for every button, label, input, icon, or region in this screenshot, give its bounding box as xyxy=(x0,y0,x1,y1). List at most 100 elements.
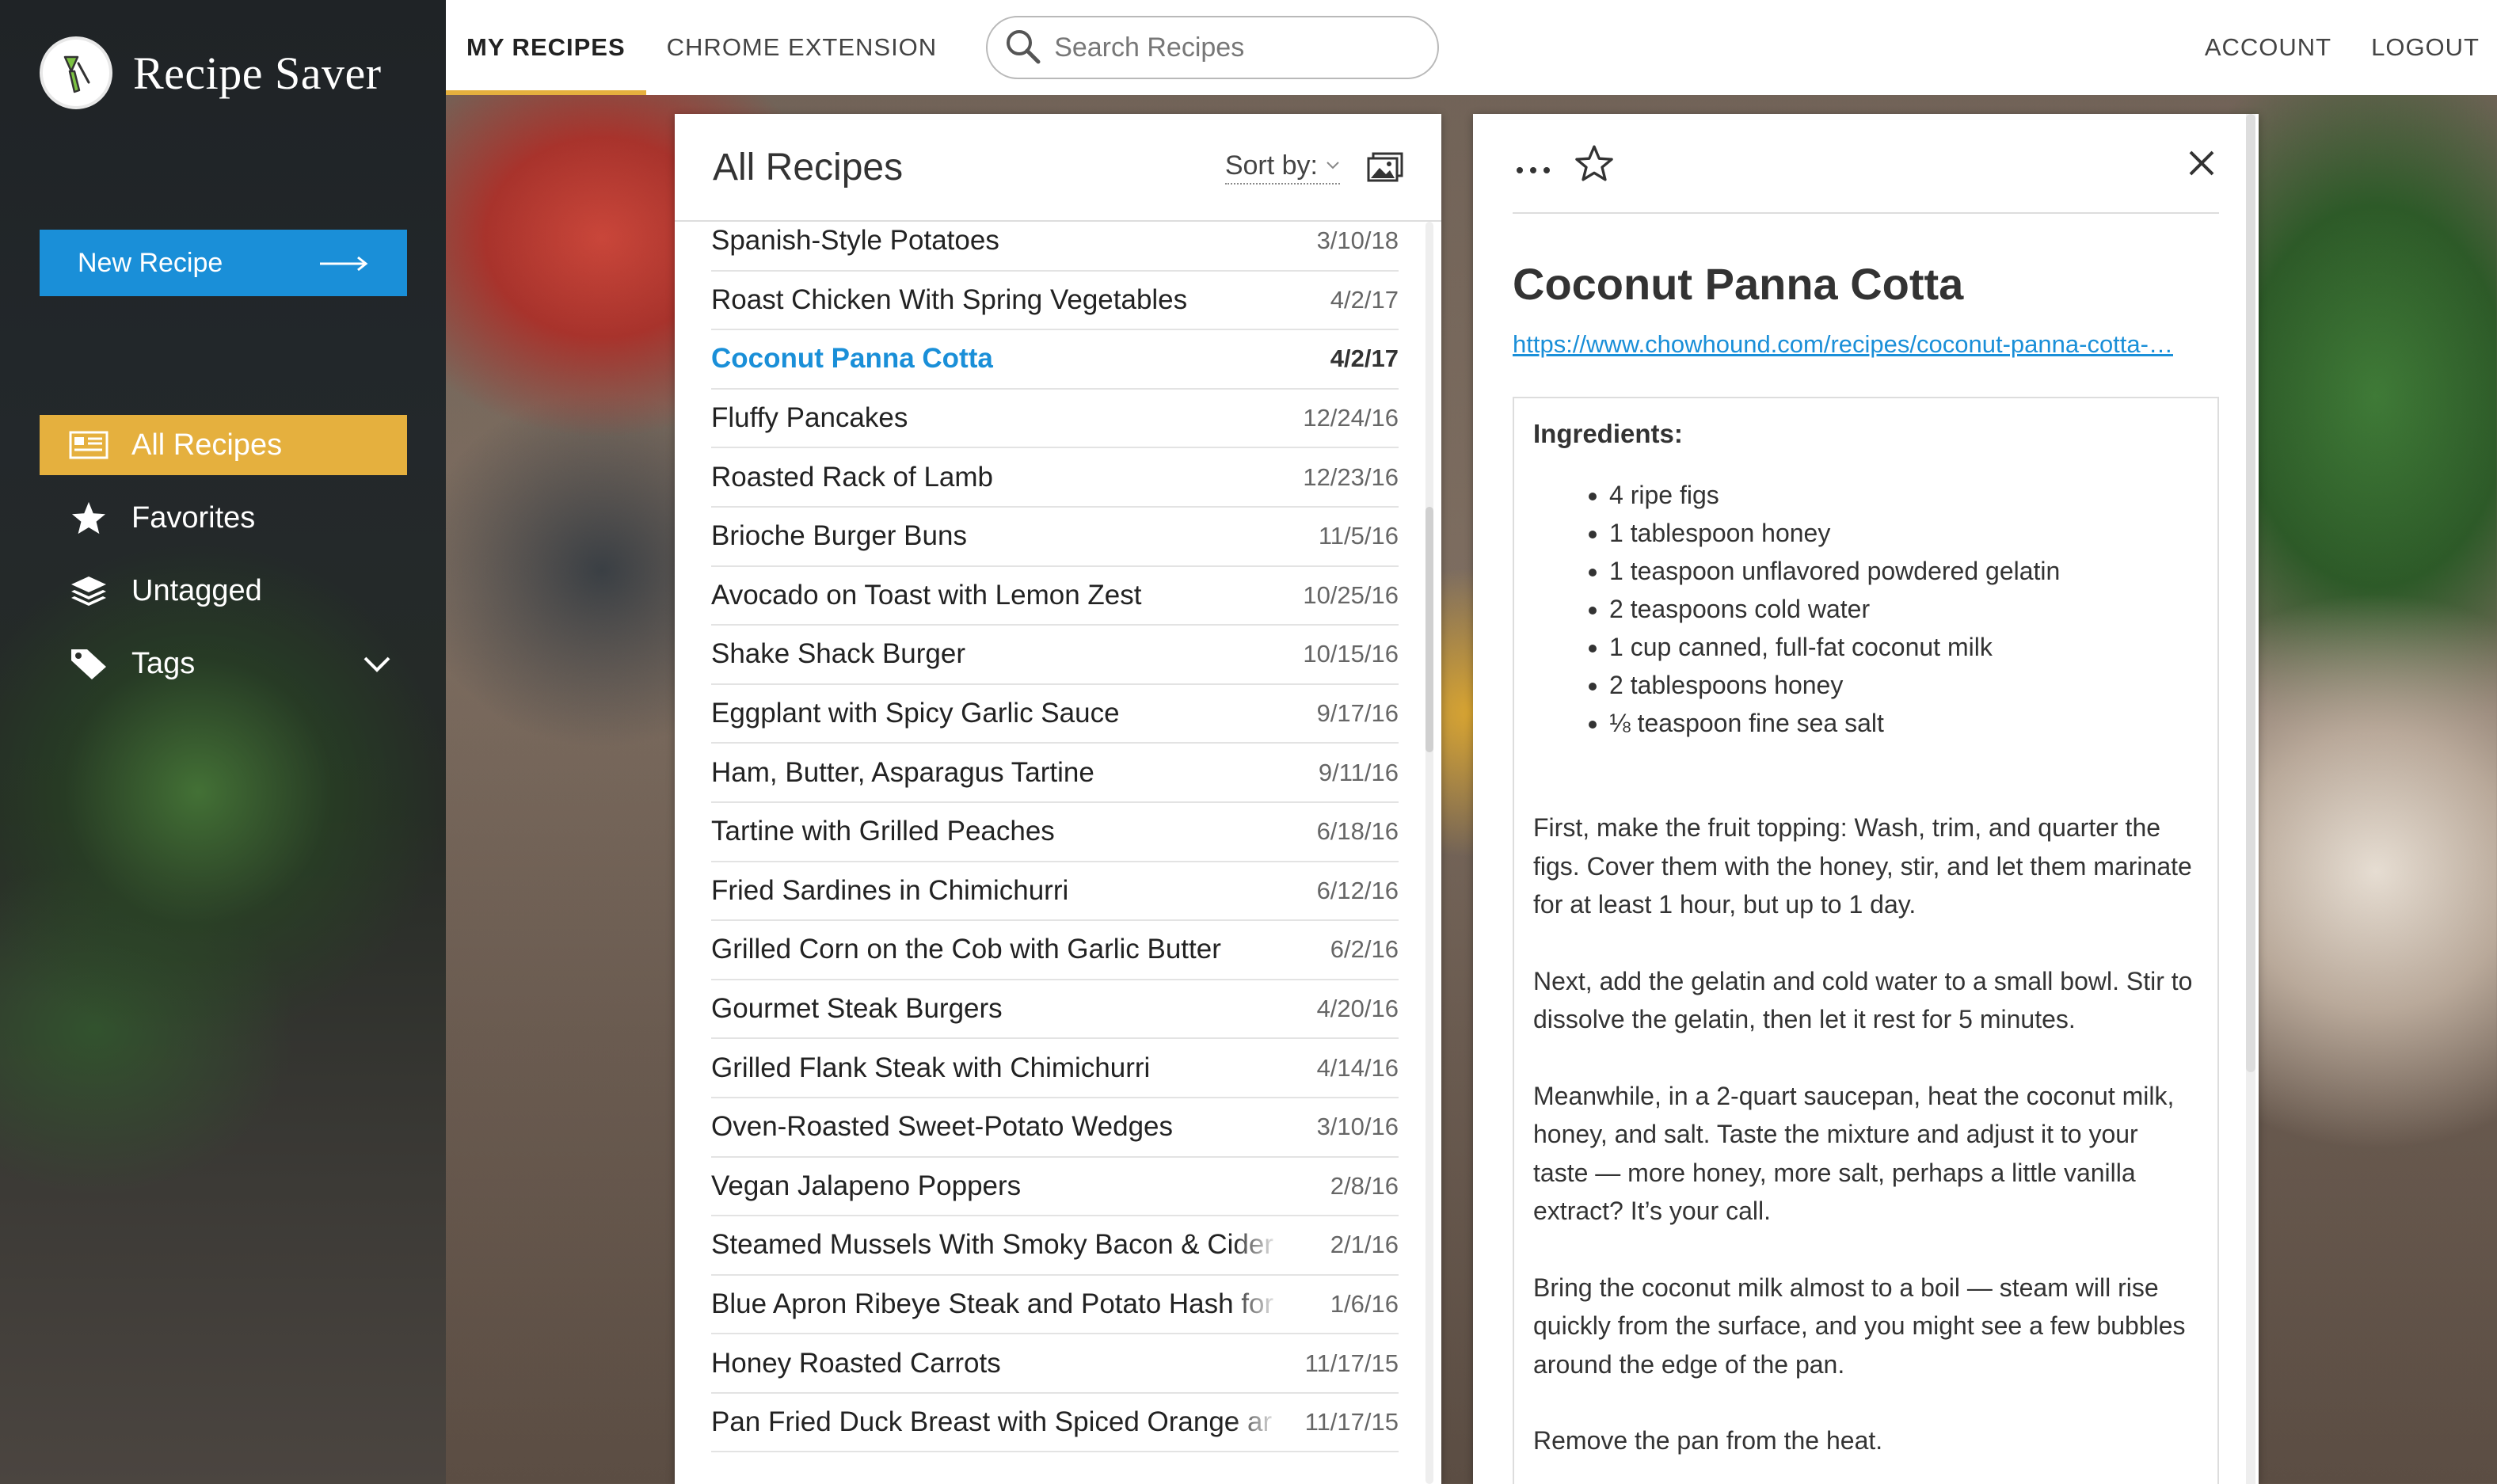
recipe-name: Gourmet Steak Burgers xyxy=(711,993,1280,1025)
recipe-list-title: All Recipes xyxy=(713,146,904,188)
instruction-step: Bring the coconut milk almost to a boil … xyxy=(1533,1273,2186,1379)
detail-scrollbar[interactable] xyxy=(2246,114,2255,1484)
recipe-date: 9/11/16 xyxy=(1318,758,1399,786)
tab-my-recipes[interactable]: MY RECIPES xyxy=(446,0,646,95)
recipe-date: 6/12/16 xyxy=(1316,876,1399,904)
recipe-date: 4/2/17 xyxy=(1330,344,1399,373)
recipe-name: Roasted Rack of Lamb xyxy=(711,461,1280,493)
recipe-name: Roast Chicken With Spring Vegetables xyxy=(711,283,1280,316)
recipe-row[interactable]: Fluffy Pancakes 12/24/16 xyxy=(711,390,1399,449)
tab-chrome-extension[interactable]: CHROME EXTENSION xyxy=(646,0,958,95)
sort-label: Sort by: xyxy=(1224,150,1318,181)
recipe-name: Pan Fried Duck Breast with Spiced Orange… xyxy=(711,1406,1280,1439)
brand[interactable]: Recipe Saver xyxy=(40,36,382,109)
recipe-source-link[interactable]: https://www.chowhound.com/recipes/coconu… xyxy=(1513,330,2219,359)
recipe-row[interactable]: Blue Apron Ribeye Steak and Potato Hash … xyxy=(711,1276,1399,1335)
recipe-row[interactable]: Grilled Flank Steak with Chimichurri 4/14… xyxy=(711,1039,1399,1098)
recipe-name: Ham, Butter, Asparagus Tartine xyxy=(711,756,1280,789)
scrollbar-thumb[interactable] xyxy=(1425,507,1433,752)
ingredient-item: ⅛ teaspoon fine sea salt xyxy=(1609,704,2198,742)
recipe-saver-logo-icon xyxy=(40,36,112,109)
recipe-name: Avocado on Toast with Lemon Zest xyxy=(711,579,1280,611)
instruction-step: Next, add the gelatin and cold water to … xyxy=(1533,966,2193,1034)
app-title: Recipe Saver xyxy=(133,47,382,99)
new-recipe-button[interactable]: New Recipe xyxy=(40,230,407,296)
sidebar-item-label: Favorites xyxy=(131,500,256,535)
recipe-row[interactable]: Roast Chicken With Spring Vegetables 4/2/… xyxy=(711,272,1399,331)
more-options-icon[interactable] xyxy=(1516,143,1551,183)
recipe-name: Tartine with Grilled Peaches xyxy=(711,816,1280,848)
ingredient-item: 4 ripe figs xyxy=(1609,476,2198,514)
sidebar-item-untagged[interactable]: Untagged xyxy=(40,561,407,621)
recipe-list-header: All Recipes Sort by: xyxy=(675,114,1441,222)
search-input[interactable] xyxy=(1054,32,1427,63)
recipe-list-scrollbar[interactable] xyxy=(1425,222,1433,1484)
ingredient-item: 2 teaspoons cold water xyxy=(1609,590,2198,628)
recipe-row[interactable]: Tartine with Grilled Peaches 6/18/16 xyxy=(711,803,1399,862)
recipe-date: 6/18/16 xyxy=(1316,817,1399,846)
recipe-date: 4/14/16 xyxy=(1316,1053,1399,1082)
recipe-date: 2/1/16 xyxy=(1330,1231,1399,1259)
recipe-name: Fluffy Pancakes xyxy=(711,402,1280,435)
account-links: ACCOUNT LOGOUT xyxy=(2205,33,2497,62)
recipes-list-icon xyxy=(68,428,109,462)
sidebar-item-label: All Recipes xyxy=(131,428,283,462)
sidebar-item-favorites[interactable]: Favorites xyxy=(40,488,407,548)
recipe-row[interactable]: Honey Roasted Carrots 11/17/15 xyxy=(711,1334,1399,1394)
image-view-icon[interactable] xyxy=(1367,152,1403,182)
top-bar: MY RECIPES CHROME EXTENSION ACCOUNT LOGO… xyxy=(446,0,2497,95)
recipe-name: Vegan Jalapeno Poppers xyxy=(711,1170,1280,1202)
recipe-content: Ingredients: 4 ripe figs1 tablespoon hon… xyxy=(1513,397,2219,1484)
recipe-row[interactable]: Grilled Corn on the Cob with Garlic Butt… xyxy=(711,921,1399,980)
sort-dropdown[interactable]: Sort by: xyxy=(1224,150,1340,185)
detail-toolbar xyxy=(1513,114,2219,214)
chevron-down-icon xyxy=(1326,157,1340,175)
recipe-row[interactable]: Roasted Rack of Lamb 12/23/16 xyxy=(711,448,1399,508)
recipe-row[interactable]: Coconut Panna Cotta 4/2/17 xyxy=(711,330,1399,390)
recipe-name: Grilled Flank Steak with Chimichurri xyxy=(711,1052,1280,1084)
account-link[interactable]: ACCOUNT xyxy=(2205,33,2331,62)
recipe-name: Brioche Burger Buns xyxy=(711,520,1280,553)
recipe-name: Shake Shack Burger xyxy=(711,638,1280,671)
recipe-date: 6/2/16 xyxy=(1330,935,1399,964)
recipe-list-panel: All Recipes Sort by: Spanish-Style Potat… xyxy=(675,114,1441,1484)
recipe-title: Coconut Panna Cotta xyxy=(1513,259,1964,309)
favorite-star-icon[interactable] xyxy=(1574,144,1614,182)
new-recipe-label: New Recipe xyxy=(78,247,223,278)
recipe-name: Blue Apron Ribeye Steak and Potato Hash … xyxy=(711,1288,1280,1320)
recipe-name: Grilled Corn on the Cob with Garlic Butt… xyxy=(711,934,1280,966)
recipe-date: 12/24/16 xyxy=(1303,404,1399,432)
scrollbar-thumb[interactable] xyxy=(2246,114,2255,1072)
recipe-row[interactable]: Eggplant with Spicy Garlic Sauce 9/17/16 xyxy=(711,685,1399,744)
recipe-row[interactable]: Gourmet Steak Burgers 4/20/16 xyxy=(711,980,1399,1040)
sidebar-item-label: Untagged xyxy=(131,573,262,607)
recipe-date: 2/8/16 xyxy=(1330,1171,1399,1200)
recipe-row[interactable]: Fried Sardines in Chimichurri 6/12/16 xyxy=(711,862,1399,922)
recipe-date: 1/6/16 xyxy=(1330,1289,1399,1318)
chevron-down-icon[interactable] xyxy=(363,647,391,681)
ingredient-item: 1 teaspoon unflavored powdered gelatin xyxy=(1609,552,2198,590)
recipe-row[interactable]: Steamed Mussels With Smoky Bacon & Cider… xyxy=(711,1216,1399,1276)
recipe-name: Coconut Panna Cotta xyxy=(711,343,1280,375)
recipe-row[interactable]: Pan Fried Duck Breast with Spiced Orange… xyxy=(711,1394,1399,1453)
sidebar-item-tags[interactable]: Tags xyxy=(40,634,407,694)
recipe-row[interactable]: Vegan Jalapeno Poppers 2/8/16 xyxy=(711,1158,1399,1217)
recipe-name: Fried Sardines in Chimichurri xyxy=(711,874,1280,907)
recipe-row[interactable]: Brioche Burger Buns 11/5/16 xyxy=(711,508,1399,567)
recipe-date: 4/2/17 xyxy=(1330,285,1399,314)
recipe-date: 3/10/16 xyxy=(1316,1113,1399,1141)
sidebar-item-all-recipes[interactable]: All Recipes xyxy=(40,415,407,475)
logout-link[interactable]: LOGOUT xyxy=(2371,33,2480,62)
recipe-date: 10/25/16 xyxy=(1303,580,1399,609)
recipe-row[interactable]: Shake Shack Burger 10/15/16 xyxy=(711,626,1399,685)
recipe-row[interactable]: Spanish-Style Potatoes 3/10/18 xyxy=(711,222,1399,272)
recipe-row[interactable]: Avocado on Toast with Lemon Zest 10/25/16 xyxy=(711,567,1399,626)
recipe-row[interactable]: Oven-Roasted Sweet-Potato Wedges 3/10/16 xyxy=(711,1098,1399,1158)
layers-icon xyxy=(68,573,109,608)
instructions: First, make the fruit topping: Wash, tri… xyxy=(1533,809,2198,1460)
close-icon[interactable] xyxy=(2187,149,2216,177)
tag-icon xyxy=(68,646,109,681)
recipe-date: 12/23/16 xyxy=(1303,462,1399,491)
recipe-row[interactable]: Ham, Butter, Asparagus Tartine 9/11/16 xyxy=(711,744,1399,803)
recipe-name: Oven-Roasted Sweet-Potato Wedges xyxy=(711,1111,1280,1143)
